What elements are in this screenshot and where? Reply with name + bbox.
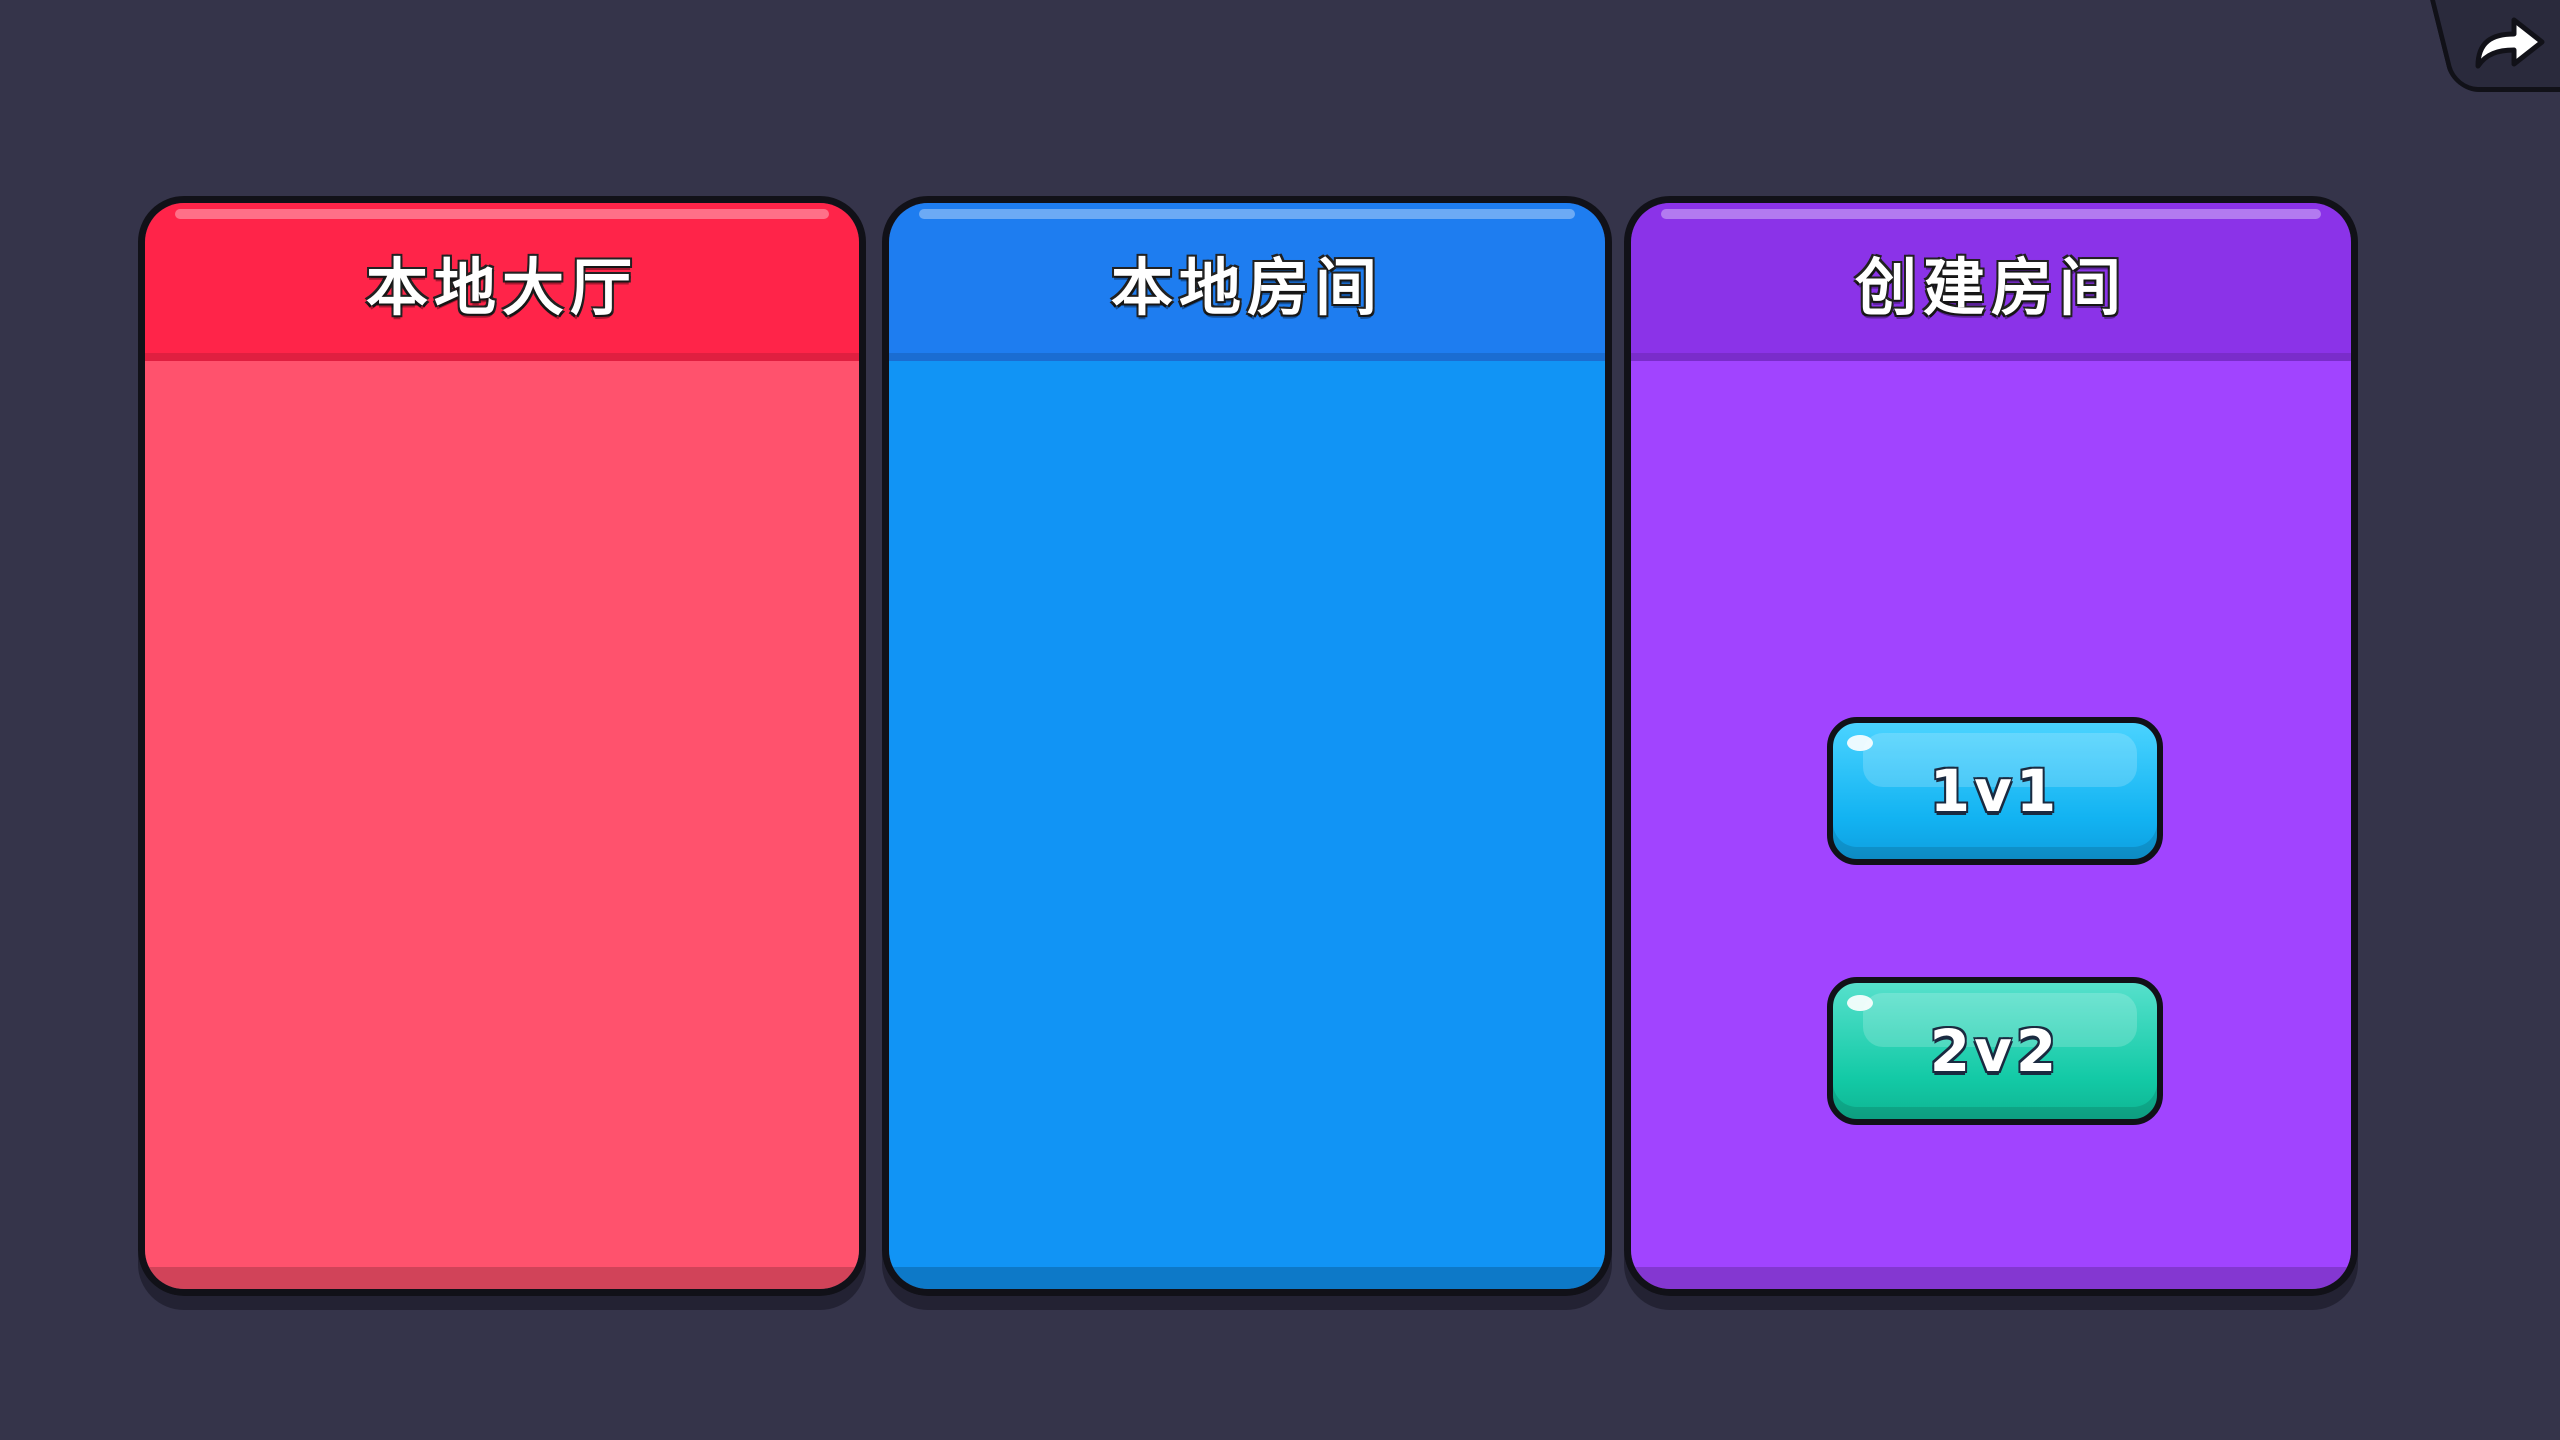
create-room-header: 创建房间: [1631, 203, 2351, 361]
button-shine: [1847, 995, 1873, 1011]
mode-1v1-button[interactable]: 1v1: [1827, 717, 2163, 865]
local-rooms-title: 本地房间: [1110, 251, 1383, 324]
local-rooms-list[interactable]: [889, 361, 1605, 1289]
local-lobby-list[interactable]: [145, 361, 859, 1289]
mode-2v2-button[interactable]: 2v2: [1827, 977, 2163, 1125]
local-lobby-panel: 本地大厅: [138, 196, 866, 1296]
mode-1v1-label: 1v1: [1929, 757, 2061, 825]
mode-2v2-label: 2v2: [1929, 1017, 2061, 1085]
local-rooms-header: 本地房间: [889, 203, 1605, 361]
create-room-body: 1v1 2v2: [1631, 361, 2351, 1289]
create-room-panel: 创建房间 1v1 2v2: [1624, 196, 2358, 1296]
local-lobby-title: 本地大厅: [365, 251, 638, 324]
create-room-title: 创建房间: [1854, 251, 2127, 324]
local-lobby-header: 本地大厅: [145, 203, 859, 361]
local-rooms-panel: 本地房间: [882, 196, 1612, 1296]
redo-arrow-icon[interactable]: [2470, 8, 2548, 74]
button-shine: [1847, 735, 1873, 751]
